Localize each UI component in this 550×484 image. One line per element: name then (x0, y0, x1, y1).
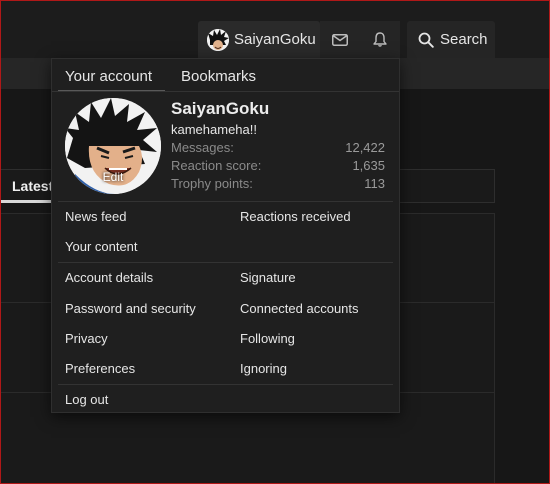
link-password-security[interactable]: Password and security (65, 301, 196, 316)
menu-tab-bar: Your account Bookmarks (52, 59, 399, 92)
user-avatar-small (207, 28, 229, 51)
link-ignoring[interactable]: Ignoring (240, 361, 287, 376)
search-icon (418, 32, 434, 48)
stat-label: Reaction score: (171, 158, 262, 173)
link-connected-accounts[interactable]: Connected accounts (240, 301, 359, 316)
stat-reaction-score: Reaction score: 1,635 (171, 158, 385, 176)
search-label: Search (440, 31, 488, 48)
link-following[interactable]: Following (240, 331, 295, 346)
stat-trophy-points: Trophy points: 113 (171, 176, 385, 194)
stat-label: Messages: (171, 140, 234, 155)
tab-latest[interactable]: Latest (0, 169, 53, 203)
envelope-icon (332, 33, 348, 46)
search-button[interactable]: Search (407, 21, 495, 58)
stat-label: Trophy points: (171, 176, 253, 191)
stat-value: 12,422 (345, 140, 385, 155)
link-signature[interactable]: Signature (240, 270, 296, 285)
tab-bookmarks[interactable]: Bookmarks (180, 59, 256, 92)
link-account-details[interactable]: Account details (65, 270, 153, 285)
link-preferences[interactable]: Preferences (65, 361, 135, 376)
inbox-button[interactable] (320, 21, 360, 58)
link-news-feed[interactable]: News feed (65, 209, 126, 224)
stat-messages: Messages: 12,422 (171, 140, 385, 158)
bell-icon (373, 32, 387, 47)
stat-value: 1,635 (352, 158, 385, 173)
stat-value: 113 (364, 176, 385, 191)
profile-summary: Edit SaiyanGoku kamehameha!! Messages: 1… (52, 92, 399, 201)
menu-divider (58, 201, 393, 202)
nav-username: SaiyanGoku (234, 31, 316, 48)
avatar-edit-link[interactable]: Edit (65, 170, 161, 184)
user-avatar[interactable]: Edit (65, 98, 161, 194)
menu-divider (58, 384, 393, 385)
link-reactions-received[interactable]: Reactions received (240, 209, 351, 224)
profile-username[interactable]: SaiyanGoku (171, 99, 269, 119)
account-dropdown-menu: Your account Bookmarks Edit SaiyanGoku k… (51, 58, 400, 413)
link-privacy[interactable]: Privacy (65, 331, 108, 346)
link-your-content[interactable]: Your content (65, 239, 138, 254)
alerts-button[interactable] (360, 21, 400, 58)
tab-your-account[interactable]: Your account (58, 59, 165, 92)
link-log-out[interactable]: Log out (65, 392, 108, 407)
profile-user-title: kamehameha!! (171, 122, 257, 137)
account-nav-button[interactable]: SaiyanGoku (198, 21, 320, 58)
menu-divider (58, 262, 393, 263)
